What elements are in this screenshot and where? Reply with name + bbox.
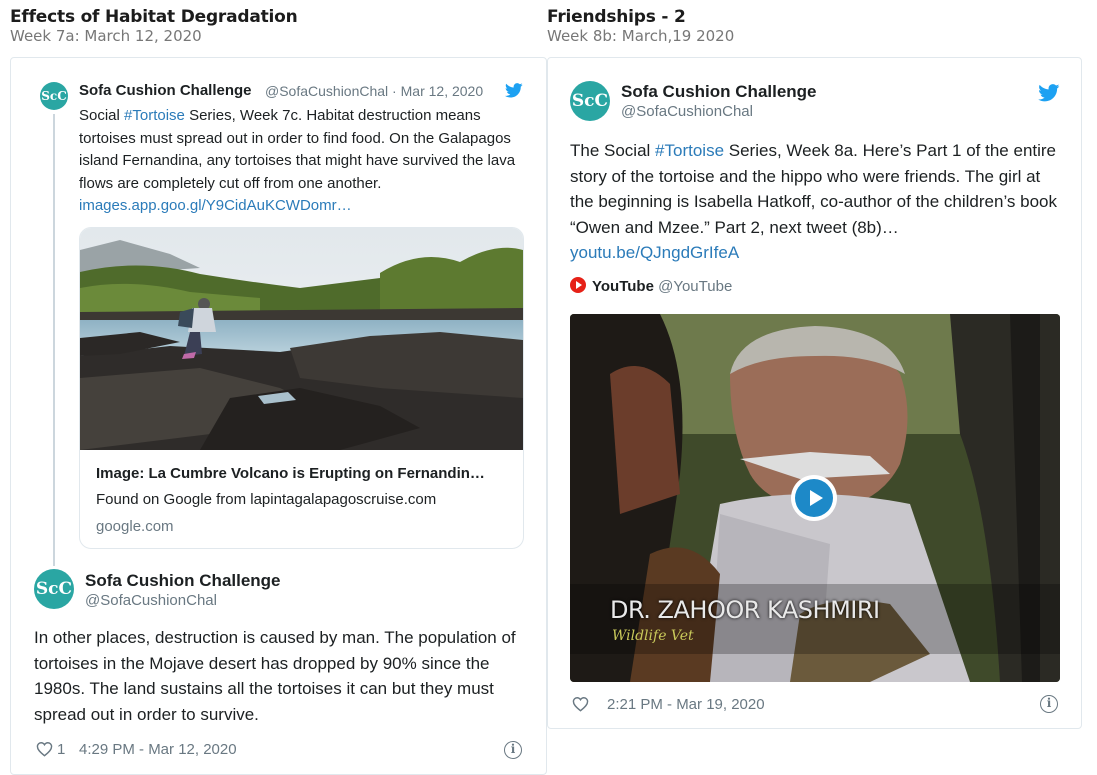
tweet-text: Social #Tortoise Series, Week 7c. Habita… [79,105,519,218]
source-name[interactable]: YouTube [592,278,654,295]
galapagos-photo [80,228,523,450]
tweet-text-part: Social [79,107,125,124]
avatar[interactable]: ScC [34,569,74,609]
thread-line [53,114,55,566]
author-name[interactable]: Sofa Cushion Challenge [79,82,252,99]
author-handle[interactable]: @SofaCushionChal [85,592,217,609]
link-preview-domain: google.com [96,518,174,535]
link-preview-title[interactable]: Image: La Cumbre Volcano is Erupting on … [96,465,511,482]
heart-icon[interactable] [572,696,589,712]
url-link[interactable]: youtu.be/QJngdGrIfeA [570,243,739,262]
tweet-timestamp[interactable]: 2:21 PM - Mar 19, 2020 [607,696,765,713]
tweet-embed-card: ScC Sofa Cushion Challenge @SofaCushionC… [547,57,1082,729]
author-name[interactable]: Sofa Cushion Challenge [621,82,817,102]
tweet-timestamp[interactable]: 4:29 PM - Mar 12, 2020 [79,741,237,758]
section-title: Effects of Habitat Degradation [10,7,298,27]
video-source[interactable]: YouTube @YouTube [570,277,732,295]
tweet-text-part: The Social [570,141,656,160]
tweet-embed-card: ScC Sofa Cushion Challenge @SofaCushionC… [10,57,547,775]
info-icon[interactable]: i [504,741,522,759]
url-link[interactable]: images.app.goo.gl/Y9CidAuKCWDomr… [79,197,352,214]
tweet-text: The Social #Tortoise Series, Week 8a. He… [570,138,1065,266]
hashtag-link[interactable]: #Tortoise [124,107,185,124]
section-title: Friendships - 2 [547,7,686,27]
section-subtitle: Week 8b: March,19 2020 [547,27,735,45]
tweet-text: In other places, destruction is caused b… [34,628,516,724]
avatar[interactable]: ScC [40,82,68,110]
video-player[interactable]: DR. ZAHOOR KASHMIRI Wildlife Vet [570,314,1060,682]
link-preview-card[interactable]: Image: La Cumbre Volcano is Erupting on … [79,227,524,549]
heart-icon[interactable] [36,741,53,757]
separator: · [388,83,401,99]
hashtag-link[interactable]: #Tortoise [655,141,724,160]
author-handle[interactable]: @SofaCushionChal [621,103,753,120]
tweet-date[interactable]: Mar 12, 2020 [401,83,484,99]
twitter-bird-icon[interactable] [1038,84,1060,102]
link-preview-image[interactable] [80,228,523,450]
like-count[interactable]: 1 [57,741,65,758]
section-subtitle: Week 7a: March 12, 2020 [10,27,202,45]
author-handle[interactable]: @SofaCushionChal [265,83,388,99]
play-triangle [810,490,823,506]
play-button[interactable] [791,475,837,521]
avatar[interactable]: ScC [570,81,610,121]
info-icon[interactable]: i [1040,695,1058,713]
source-handle[interactable]: @YouTube [658,278,732,295]
twitter-bird-icon[interactable] [505,83,523,98]
youtube-icon [570,277,586,293]
author-handle-date[interactable]: @SofaCushionChal · Mar 12, 2020 [265,83,483,99]
author-name[interactable]: Sofa Cushion Challenge [85,571,281,591]
video-caption-subtitle: Wildlife Vet [612,628,694,644]
play-icon [795,479,833,517]
video-caption-title: DR. ZAHOOR KASHMIRI [610,596,880,624]
link-preview-description: Found on Google from lapintagalapagoscru… [96,491,437,508]
